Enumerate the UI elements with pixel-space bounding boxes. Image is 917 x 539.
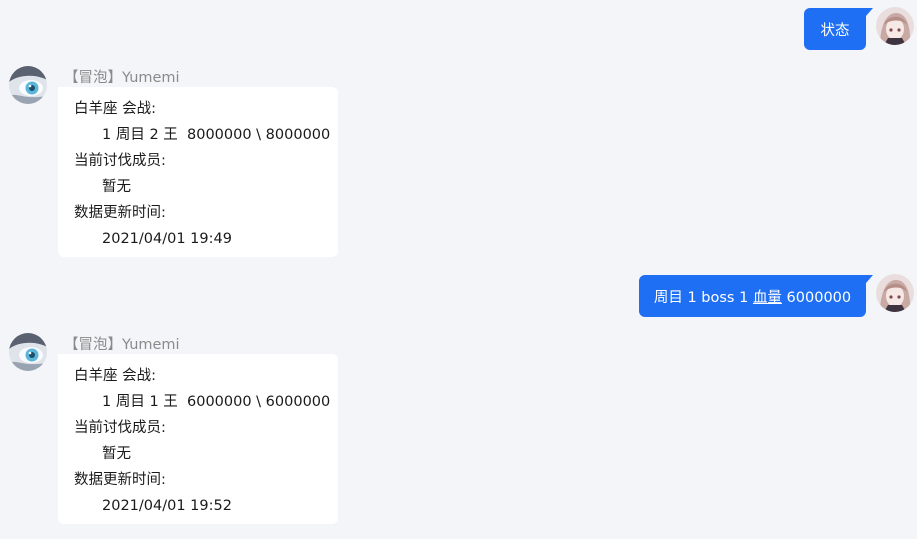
- user-avatar[interactable]: [876, 7, 914, 45]
- message-line: 1 周目 2 王 8000000 \ 8000000: [102, 127, 331, 143]
- incoming-message-bubble[interactable]: 白羊座 会战: 1 周目 2 王 8000000 \ 8000000 当前讨伐成…: [58, 87, 338, 257]
- message-text-part: 周目 1 boss 1: [653, 289, 753, 306]
- message-text-part: 6000000: [781, 289, 852, 306]
- outgoing-message-bubble[interactable]: 周目 1 boss 1 血量 6000000: [639, 275, 873, 317]
- message-line: 白羊座 会战:: [74, 101, 156, 117]
- message-link[interactable]: 血量: [753, 290, 782, 306]
- incoming-message-bubble[interactable]: 白羊座 会战: 1 周目 1 王 6000000 \ 6000000 当前讨伐成…: [58, 354, 338, 524]
- user-avatar[interactable]: [876, 274, 914, 312]
- anime-eye-avatar-icon: [9, 66, 47, 104]
- message-line: 当前讨伐成员:: [74, 153, 166, 169]
- message-line: 当前讨伐成员:: [74, 420, 166, 436]
- sender-name: 【冒泡】Yumemi: [64, 337, 180, 353]
- anime-eye-avatar-icon: [9, 333, 47, 371]
- message-line: 暂无: [102, 179, 131, 195]
- message-text: 状态: [820, 22, 850, 39]
- message-line: 2021/04/01 19:52: [102, 498, 232, 514]
- message-line: 1 周目 1 王 6000000 \ 6000000: [102, 394, 331, 410]
- message-line: 暂无: [102, 446, 131, 462]
- anime-girl-avatar-icon: [876, 7, 914, 45]
- message-text: 周目 1 boss 1 血量 6000000: [654, 286, 851, 307]
- message-line: 白羊座 会战:: [74, 368, 156, 384]
- sender-name: 【冒泡】Yumemi: [64, 70, 180, 86]
- outgoing-message-bubble[interactable]: 状态: [804, 8, 873, 50]
- bot-avatar[interactable]: [9, 66, 47, 104]
- bot-avatar[interactable]: [9, 333, 47, 371]
- message-line: 2021/04/01 19:49: [102, 231, 232, 247]
- message-line: 数据更新时间:: [74, 205, 166, 221]
- anime-girl-avatar-icon: [876, 274, 914, 312]
- message-line: 数据更新时间:: [74, 472, 166, 488]
